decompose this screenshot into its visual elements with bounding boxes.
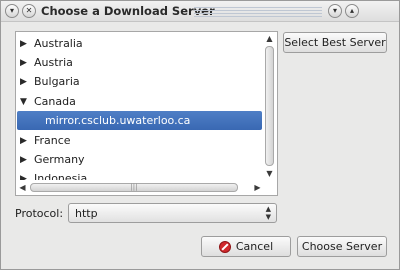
- list-item[interactable]: ▶ Bulgaria: [16, 72, 262, 91]
- grip-icon: |||: [130, 183, 138, 191]
- close-icon[interactable]: ✕: [22, 4, 36, 18]
- list-item[interactable]: ▶ France: [16, 131, 262, 150]
- list-item[interactable]: ▶ Austria: [16, 53, 262, 72]
- list-item[interactable]: ▶ Germany: [16, 150, 262, 169]
- expand-arrow-icon[interactable]: ▶: [16, 136, 30, 146]
- expand-arrow-icon[interactable]: ▶: [16, 58, 30, 68]
- cancel-button[interactable]: Cancel: [201, 236, 291, 257]
- select-best-server-button[interactable]: Select Best Server: [283, 32, 387, 53]
- server-list[interactable]: ▶ Australia ▶ Austria ▶ Bulgaria ▼ Canad…: [15, 31, 278, 196]
- collapse-arrow-icon[interactable]: ▼: [16, 97, 30, 107]
- choose-server-button[interactable]: Choose Server: [297, 236, 387, 257]
- scroll-left-icon[interactable]: ◀: [17, 182, 28, 193]
- protocol-select[interactable]: http ▲ ▼: [68, 203, 277, 223]
- list-item[interactable]: ▼ Canada: [16, 92, 262, 111]
- vertical-scrollbar[interactable]: ▲ ▼: [262, 32, 277, 180]
- select-spinner-icon: ▲ ▼: [265, 205, 271, 221]
- maximize-icon[interactable]: ▴: [345, 4, 359, 18]
- expand-arrow-icon[interactable]: ▶: [16, 39, 30, 49]
- title-bar-decoration: [194, 7, 322, 17]
- title-bar[interactable]: ▾ ✕ Choose a Download Server ▾ ▴: [1, 1, 399, 22]
- expand-arrow-icon[interactable]: ▶: [16, 155, 30, 165]
- protocol-label: Protocol:: [15, 207, 64, 220]
- minimize-icon[interactable]: ▾: [328, 4, 342, 18]
- scroll-up-icon[interactable]: ▲: [264, 33, 275, 44]
- list-item-selected[interactable]: mirror.csclub.uwaterloo.ca: [17, 111, 262, 130]
- dialog-window: ▾ ✕ Choose a Download Server ▾ ▴ ▶ Austr…: [0, 0, 400, 270]
- scroll-right-icon[interactable]: ▶: [252, 182, 263, 193]
- expand-arrow-icon[interactable]: ▶: [16, 77, 30, 87]
- cancel-icon: [218, 240, 231, 253]
- window-menu-icon[interactable]: ▾: [5, 4, 19, 18]
- protocol-value: http: [75, 207, 98, 220]
- horizontal-scrollbar[interactable]: ◀ ||| ▶: [16, 180, 264, 195]
- vertical-scroll-thumb[interactable]: [265, 46, 274, 166]
- list-item[interactable]: ▶ Australia: [16, 34, 262, 53]
- scroll-down-icon[interactable]: ▼: [264, 168, 275, 179]
- horizontal-scroll-thumb[interactable]: |||: [30, 183, 238, 192]
- window-title: Choose a Download Server: [41, 4, 215, 18]
